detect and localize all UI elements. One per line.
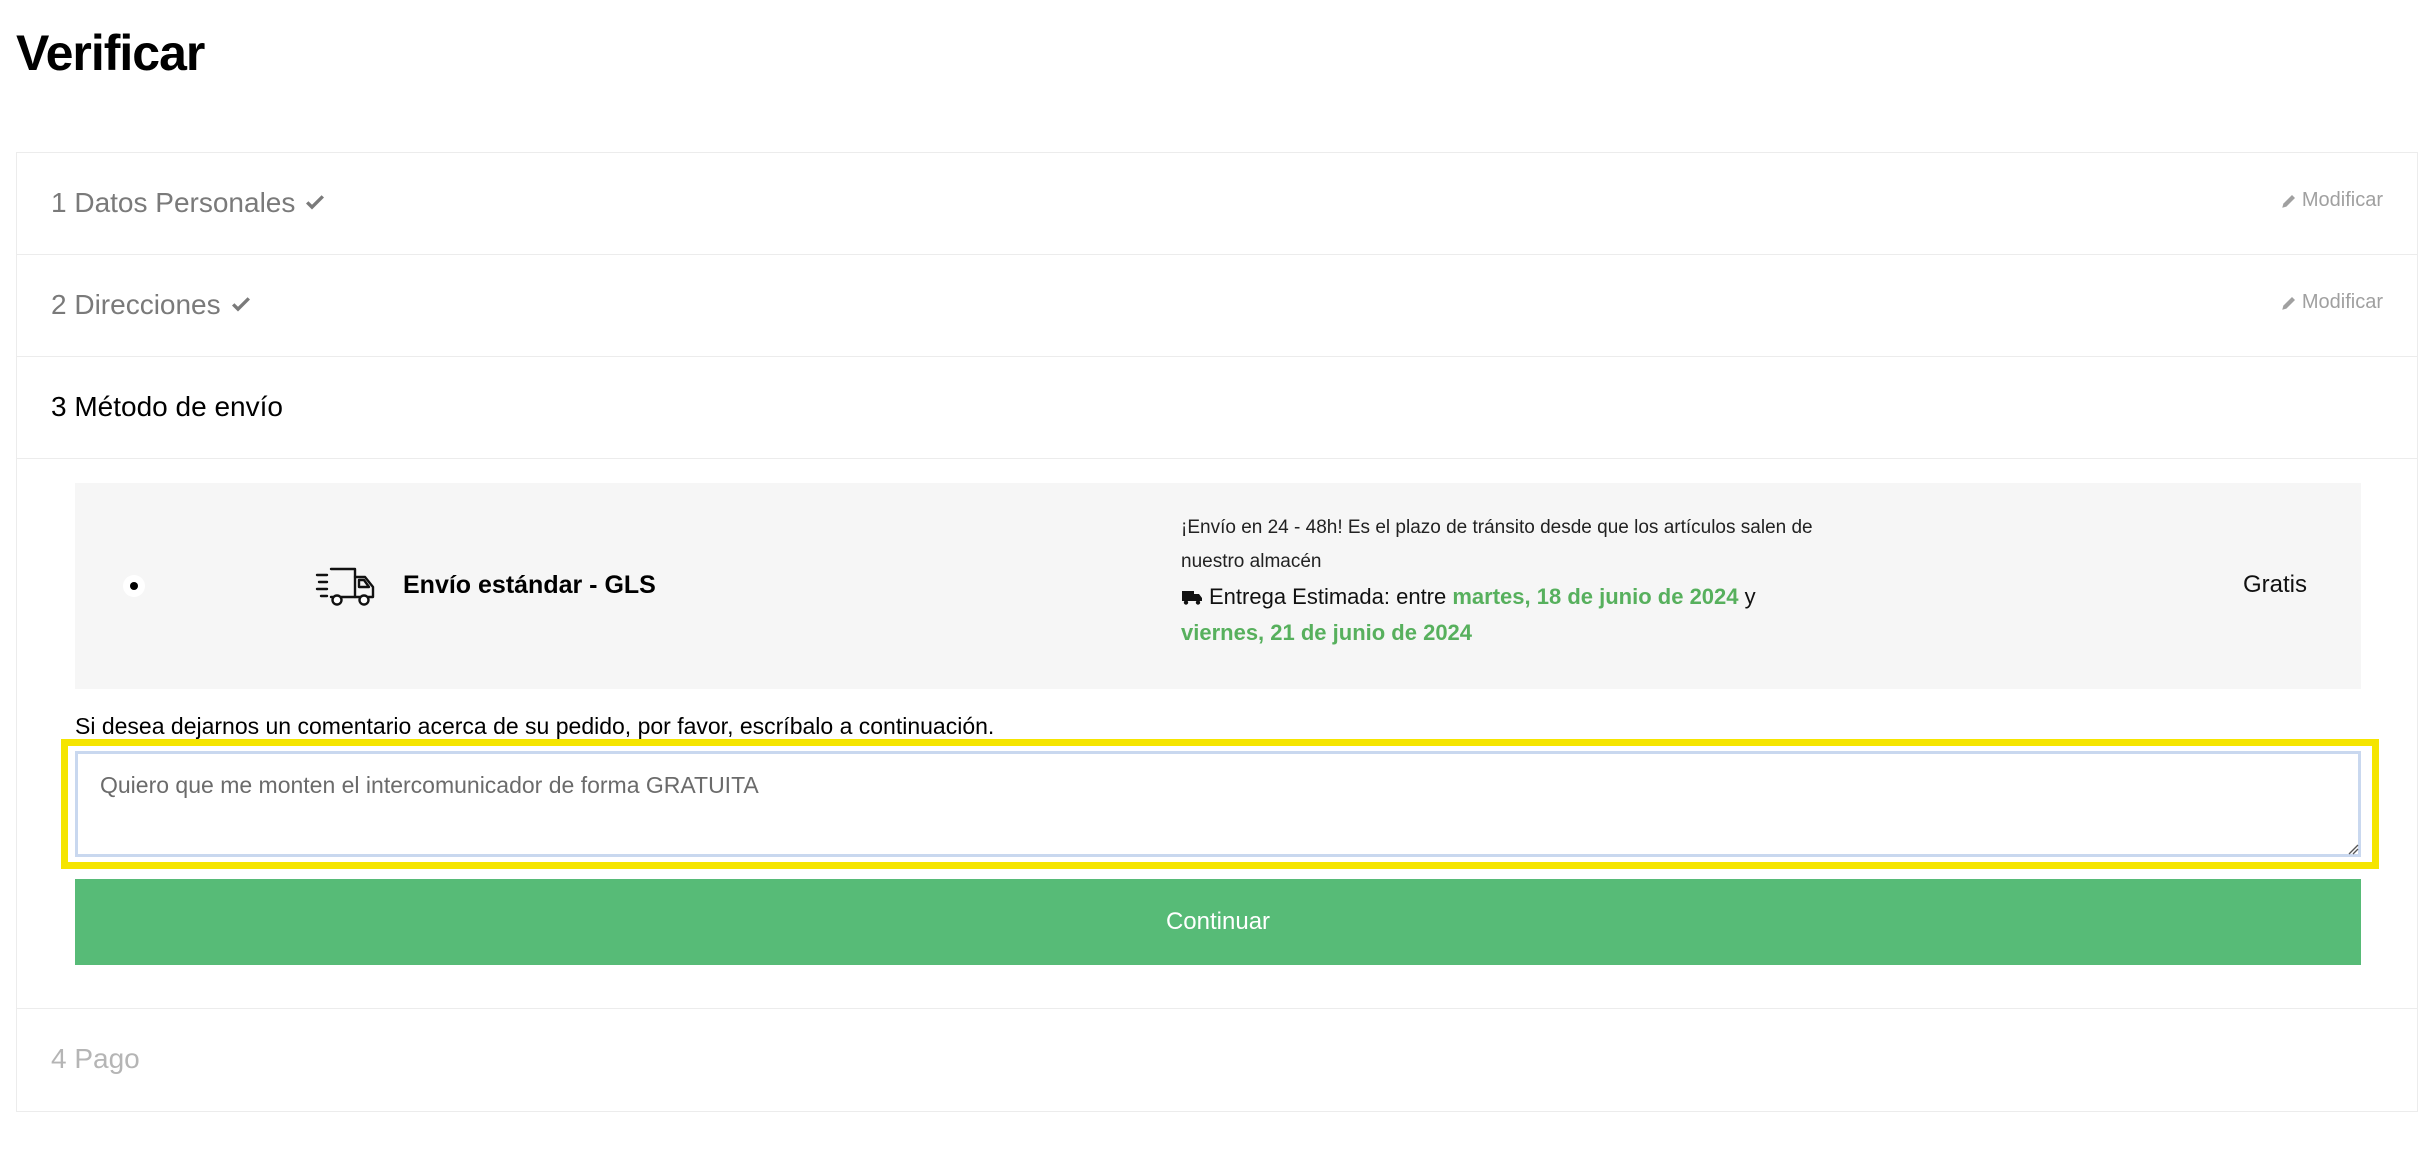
delivery-truck-icon <box>315 567 375 606</box>
step-payment-title: 4 Pago <box>51 1043 140 1075</box>
estimate-joiner: y <box>1744 584 1756 609</box>
shipping-method-content: Envío estándar - GLS ¡Envío en 24 - 48h!… <box>17 459 2417 1009</box>
page-title: Verificar <box>16 25 205 81</box>
carrier-delay-text: ¡Envío en 24 - 48h! Es el plazo de tráns… <box>1181 517 1813 572</box>
pencil-icon <box>2282 194 2295 208</box>
step-payment: 4 Pago <box>17 1009 2417 1111</box>
checkmark-icon <box>306 195 325 210</box>
edit-personal-data-link[interactable]: Modificar <box>2280 189 2383 212</box>
edit-link-label: Modificar <box>2301 189 2383 211</box>
checkmark-icon <box>231 297 250 312</box>
step-shipping-method-label: 3 Método de envío <box>51 391 283 422</box>
estimate-prefix: Entrega Estimada: entre <box>1209 584 1447 609</box>
checkout-steps: 1 Datos Personales Modificar 2 Direccion… <box>16 152 2418 1112</box>
truck-icon <box>1182 591 1202 605</box>
radio-selected-dot <box>130 582 138 590</box>
step-personal-data: 1 Datos Personales Modificar <box>17 153 2417 255</box>
carrier-name: Envío estándar - GLS <box>403 571 656 599</box>
continue-button[interactable]: Continuar <box>75 879 2361 965</box>
step-addresses-label: 2 Direcciones <box>51 289 221 320</box>
resize-handle-icon[interactable] <box>2347 843 2359 855</box>
step-personal-data-label: 1 Datos Personales <box>51 187 296 218</box>
carrier-radio[interactable] <box>123 575 145 597</box>
step-shipping-method-title: 3 Método de envío <box>51 391 283 423</box>
estimate-date-from: martes, 18 de junio de 2024 <box>1452 584 1739 609</box>
step-payment-label: 4 Pago <box>51 1043 140 1074</box>
comment-textarea[interactable]: Quiero que me monten el intercomunicador… <box>75 751 2361 857</box>
delivery-estimate: Entrega Estimada: entre martes, 18 de ju… <box>1181 579 1841 651</box>
step-addresses-title[interactable]: 2 Direcciones <box>51 289 253 321</box>
carrier-option[interactable]: Envío estándar - GLS ¡Envío en 24 - 48h!… <box>75 483 2361 689</box>
edit-addresses-link[interactable]: Modificar <box>2280 291 2383 314</box>
step-shipping-method: 3 Método de envío <box>17 357 2417 459</box>
pencil-icon <box>2282 296 2295 310</box>
comment-label: Si desea dejarnos un comentario acerca d… <box>75 713 995 739</box>
estimate-date-to: viernes, 21 de junio de 2024 <box>1181 620 1473 645</box>
step-addresses: 2 Direcciones Modificar <box>17 255 2417 357</box>
edit-link-label: Modificar <box>2301 291 2383 313</box>
step-personal-data-title[interactable]: 1 Datos Personales <box>51 187 327 219</box>
carrier-price: Gratis <box>2242 571 2307 598</box>
